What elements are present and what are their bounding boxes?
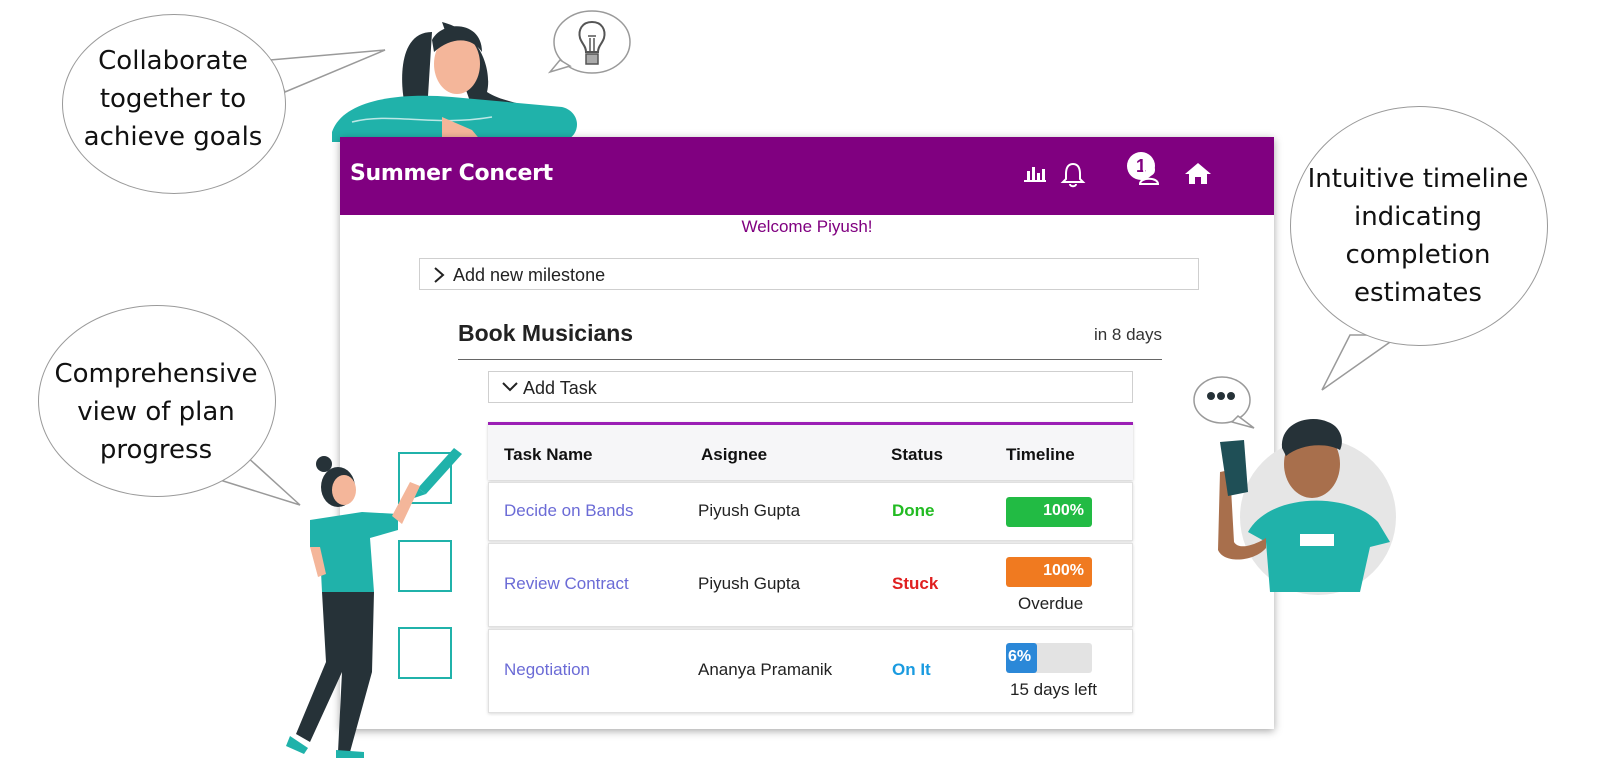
callout-collaborate: Collaborate together to achieve goals (62, 42, 284, 156)
table-row[interactable]: Review Contract Piyush Gupta Stuck 100% Over… (488, 543, 1133, 627)
callout-line: Intuitive timeline (1307, 164, 1529, 194)
task-name-link[interactable]: Review Contract (504, 574, 629, 594)
more-icon (1207, 392, 1235, 400)
task-status[interactable]: Done (892, 501, 935, 521)
task-status[interactable]: On It (892, 660, 931, 680)
chevron-right-icon (434, 267, 445, 283)
progress-label: 6% (1008, 648, 1032, 665)
callout-line: Comprehensive (54, 359, 258, 389)
column-header: Asignee (701, 445, 768, 464)
welcome-message: Welcome Piyush! (741, 217, 873, 236)
add-task-label: Add Task (523, 378, 597, 398)
chart-icon[interactable] (1020, 159, 1050, 189)
task-name-link[interactable]: Decide on Bands (504, 501, 633, 521)
milestone-due: in 8 days (1093, 325, 1162, 344)
progress-label: 100% (1043, 562, 1084, 579)
timeline-progress-bar: 100% (1006, 557, 1092, 587)
column-header: Status (891, 445, 943, 464)
timeline-progress-bar: 6% (1006, 643, 1092, 673)
progress-label: 100% (1043, 502, 1084, 519)
timeline-note: 15 days left (1010, 680, 1097, 699)
man-illustration-right (1218, 419, 1396, 595)
task-status[interactable]: Stuck (892, 574, 938, 594)
callout-line: Collaborate (98, 46, 248, 76)
timeline-note: Overdue (1018, 594, 1084, 613)
callout-line: completion (1345, 240, 1491, 270)
bubble-tail (1321, 334, 1403, 391)
home-icon[interactable] (1183, 159, 1213, 189)
task-assignee: Ananya Pramanik (698, 660, 833, 679)
milestone-title: Book Musicians (458, 320, 634, 346)
column-header: Task Name (504, 445, 593, 464)
callout-line: estimates (1354, 278, 1482, 308)
app-window: Summer Concert 1 Welcome Piyush! Add new… (340, 137, 1274, 729)
add-task-toggle[interactable]: Add Task (488, 371, 1133, 403)
callout-line: view of plan (77, 397, 235, 427)
table-header: Task Name Asignee Status Timeline (488, 422, 1133, 480)
user-icon[interactable] (1134, 159, 1164, 189)
timeline-progress-bar: 100% (1006, 497, 1092, 527)
woman-illustration-left (286, 456, 420, 758)
task-assignee: Piyush Gupta (698, 501, 801, 520)
chevron-down-icon (502, 382, 518, 392)
app-title: Summer Concert (350, 161, 553, 186)
callout-line: together to (99, 84, 247, 114)
column-header: Timeline (1006, 445, 1075, 464)
header-bar: Summer Concert 1 (340, 137, 1274, 215)
callout-line: indicating (1353, 202, 1483, 232)
callout-timeline: Intuitive timeline indicating completion… (1290, 160, 1546, 312)
callout-line: achieve goals (83, 122, 263, 152)
table-row[interactable]: Negotiation Ananya Pramanik On It 6% 15 days… (488, 629, 1133, 713)
callout-line: progress (99, 435, 213, 465)
add-milestone-toggle[interactable]: Add new milestone (419, 258, 1199, 290)
table-row[interactable]: Decide on Bands Piyush Gupta Done 100% (488, 482, 1133, 541)
task-assignee: Piyush Gupta (698, 574, 801, 593)
bell-icon[interactable] (1058, 159, 1088, 189)
milestone-divider (458, 359, 1162, 360)
task-name-link[interactable]: Negotiation (504, 660, 590, 680)
callout-progress: Comprehensive view of plan progress (38, 355, 274, 469)
add-milestone-label: Add new milestone (453, 265, 606, 285)
